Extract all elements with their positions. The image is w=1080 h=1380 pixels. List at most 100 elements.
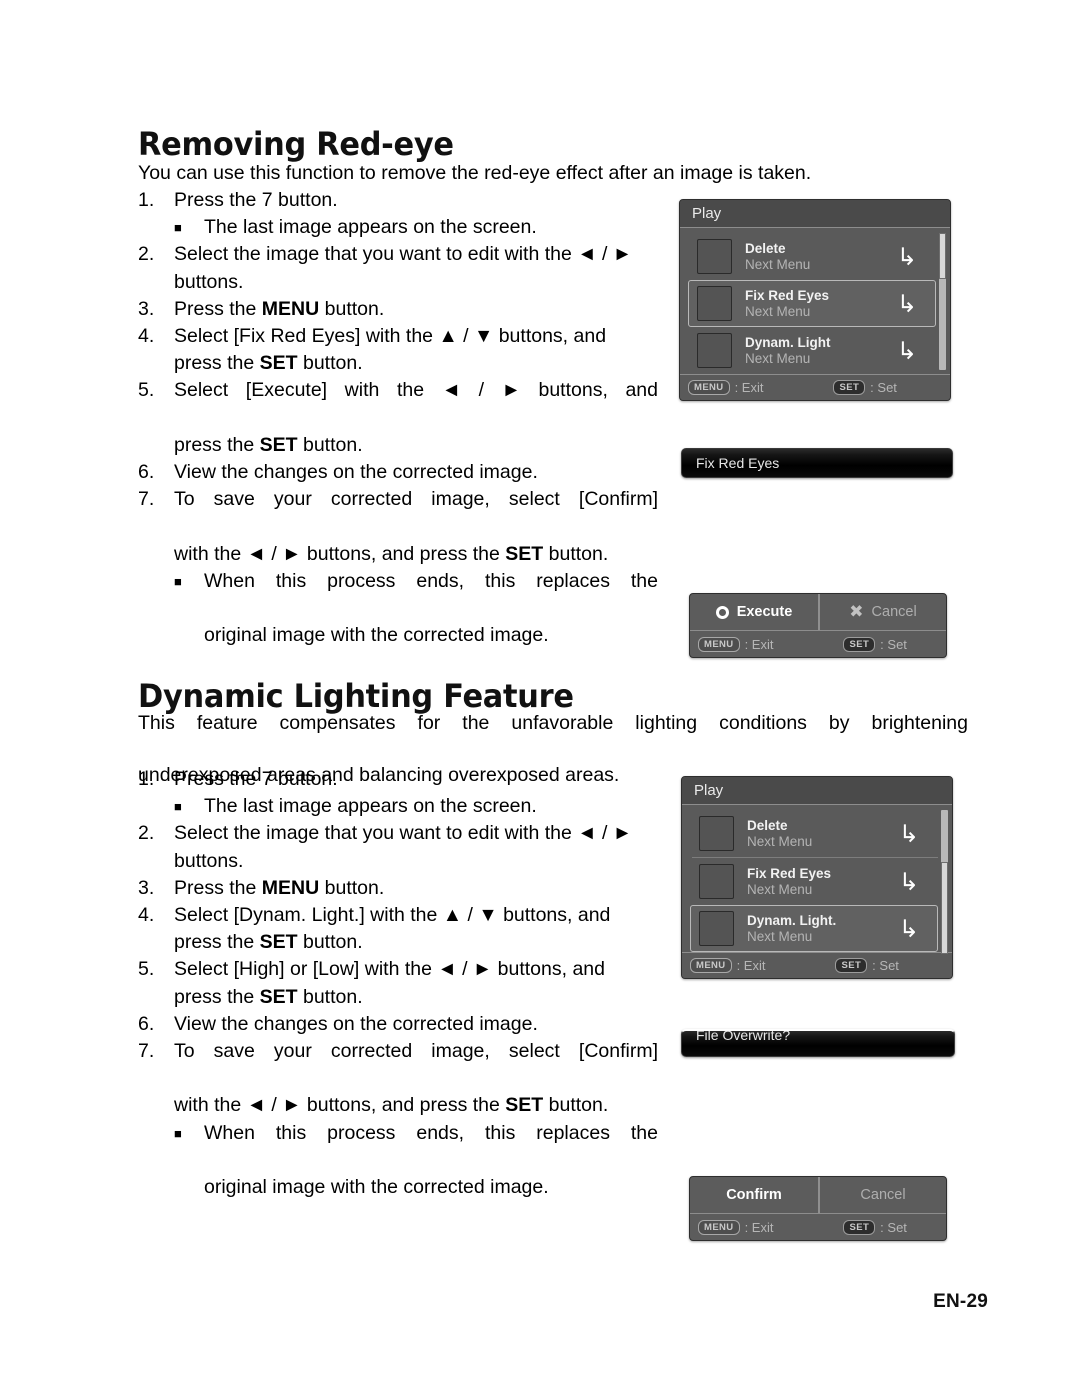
option-label: Cancel bbox=[871, 604, 917, 620]
step-line-pre: press the bbox=[174, 352, 260, 375]
menu-item-dynam-light[interactable]: Dynam. Light. Next Menu ↳ bbox=[690, 905, 938, 952]
step-text: Select [Execute] with the ◄ / ► buttons,… bbox=[174, 377, 658, 459]
list-item: 1. Press the 7 button. bbox=[138, 766, 658, 793]
square-bullet-icon: ■ bbox=[174, 799, 182, 815]
step-text: View the changes on the corrected image. bbox=[174, 1012, 538, 1035]
steps-list-red-eye: 1. Press the 7 button. ■ The last image … bbox=[138, 187, 658, 649]
screen-title: File Overwrite? bbox=[696, 1029, 791, 1043]
step-line-post: button. bbox=[543, 542, 609, 565]
option-label: Cancel bbox=[860, 1187, 906, 1203]
list-item: 2. Select the image that you want to edi… bbox=[138, 820, 658, 874]
list-item: 5. Select [High] or [Low] with the ◄ / ►… bbox=[138, 956, 658, 1010]
step-text-post: button. bbox=[319, 876, 385, 899]
list-item: 4. Select [Dynam. Light.] with the ▲ / ▼… bbox=[138, 902, 658, 956]
next-menu-arrow-icon: ↳ bbox=[896, 242, 917, 271]
option-cancel[interactable]: ✖ Cancel bbox=[818, 594, 946, 630]
step-text: To save your corrected image, select [Co… bbox=[174, 1038, 658, 1120]
list-item-sub: ■ When this process ends, this replaces … bbox=[138, 568, 658, 650]
step-line: Select [High] or [Low] with the ◄ / ► bu… bbox=[174, 958, 605, 981]
footer-set-hint: SET : Set bbox=[833, 380, 897, 395]
menu-key-action: : Exit bbox=[734, 380, 764, 395]
step-line: Select [Dynam. Light.] with the ▲ / ▼ bu… bbox=[174, 904, 611, 927]
menu-item-fix-red-eyes[interactable]: Fix Red Eyes Next Menu ↳ bbox=[688, 280, 936, 327]
menu-key-badge: MENU bbox=[690, 958, 732, 973]
list-item-sub: ■ When this process ends, this replaces … bbox=[138, 1120, 658, 1202]
option-confirm[interactable]: Confirm bbox=[690, 1177, 818, 1213]
footer-set-hint: SET : Set bbox=[843, 1219, 907, 1235]
step-line-pre: with the ◄ / ► buttons, and press the bbox=[174, 542, 506, 565]
scrollbar-thumb[interactable] bbox=[939, 233, 946, 279]
set-key-badge: SET bbox=[843, 636, 876, 652]
scrollbar[interactable] bbox=[939, 233, 946, 370]
key-name-set: SET bbox=[505, 1094, 544, 1117]
scrollbar[interactable] bbox=[941, 810, 948, 954]
key-name-menu: MENU bbox=[261, 876, 320, 899]
page-number: EN-29 bbox=[933, 1291, 988, 1312]
intro-line: This feature compensates for the unfavor… bbox=[138, 712, 968, 734]
menu-item-delete[interactable]: Delete Next Menu ↳ bbox=[688, 233, 936, 280]
step-line-post: button. bbox=[297, 433, 363, 456]
footer-menu-hint: MENU : Exit bbox=[698, 1219, 774, 1235]
step-line: press the SET button. bbox=[174, 986, 363, 1008]
menu-item-dynam-light[interactable]: Dynam. Light Next Menu ↳ bbox=[688, 327, 936, 374]
list-item: 7. To save your corrected image, select … bbox=[138, 1038, 658, 1120]
step-number: 1. bbox=[138, 768, 155, 790]
step-text: Press the 7 button. bbox=[174, 768, 338, 790]
step-line-post: button. bbox=[297, 352, 363, 375]
menu-list: Delete Next Menu ↳ Fix Red Eyes Next Men… bbox=[682, 805, 952, 954]
option-label: Execute bbox=[736, 604, 793, 620]
menu-item-labels: Dynam. Light Next Menu bbox=[745, 335, 897, 367]
menu-item-fix-red-eyes[interactable]: Fix Red Eyes Next Menu ↳ bbox=[690, 858, 938, 905]
next-menu-arrow-icon: ↳ bbox=[896, 289, 917, 318]
step-text: Select [High] or [Low] with the ◄ / ► bu… bbox=[174, 956, 658, 1010]
option-execute[interactable]: Execute bbox=[690, 594, 818, 630]
list-item-sub: ■ The last image appears on the screen. bbox=[138, 793, 658, 820]
menu-key-action: : Exit bbox=[744, 1219, 774, 1235]
thumbnail-icon bbox=[697, 333, 732, 368]
sub-text: When this process ends, this replaces th… bbox=[174, 568, 658, 650]
step-text: Select the image that you want to edit w… bbox=[174, 241, 658, 295]
screen-title: Play bbox=[680, 200, 950, 228]
step-line: press the SET button. bbox=[174, 352, 363, 374]
step-line-post: button. bbox=[297, 931, 363, 954]
option-cancel[interactable]: Cancel bbox=[818, 1177, 946, 1213]
step-line-post: button. bbox=[297, 985, 363, 1008]
sub-line: original image with the corrected image. bbox=[204, 1176, 549, 1199]
list-item: 5. Select [Execute] with the ◄ / ► butto… bbox=[138, 377, 658, 459]
list-item: 4. Select [Fix Red Eyes] with the ▲ / ▼ … bbox=[138, 323, 658, 377]
menu-item-sublabel: Next Menu bbox=[745, 256, 811, 272]
thumbnail-icon bbox=[699, 864, 734, 899]
step-line: Select [Fix Red Eyes] with the ▲ / ▼ but… bbox=[174, 325, 607, 348]
menu-key-badge: MENU bbox=[698, 1219, 740, 1235]
list-item: 3. Press the MENU button. bbox=[138, 296, 658, 323]
key-name-set: SET bbox=[259, 931, 298, 954]
set-key-action: : Set bbox=[880, 1219, 907, 1235]
step-line-pre: press the bbox=[174, 985, 260, 1008]
thumbnail-icon bbox=[699, 911, 734, 946]
menu-item-delete[interactable]: Delete Next Menu ↳ bbox=[690, 810, 938, 857]
camera-screen-play-menu-1: Play Delete Next Menu ↳ Fix Red Eyes Nex… bbox=[679, 199, 951, 401]
menu-item-sublabel: Next Menu bbox=[747, 928, 813, 944]
set-key-action: : Set bbox=[870, 380, 897, 395]
list-item: 1. Press the 7 button. bbox=[138, 187, 658, 214]
step-line: Select [Execute] with the ◄ / ► buttons,… bbox=[174, 379, 658, 402]
key-name-set: SET bbox=[259, 352, 298, 375]
step-text: Select [Dynam. Light.] with the ▲ / ▼ bu… bbox=[174, 902, 658, 956]
camera-screen-confirm-dialog: Confirm Cancel MENU : Exit SET : Set bbox=[689, 1176, 947, 1241]
scrollbar-thumb[interactable] bbox=[941, 862, 948, 954]
menu-item-label: Fix Red Eyes bbox=[745, 287, 830, 303]
next-menu-arrow-icon: ↳ bbox=[898, 867, 919, 896]
menu-item-labels: Dynam. Light. Next Menu bbox=[747, 913, 899, 945]
step-number: 4. bbox=[138, 904, 155, 927]
menu-key-badge: MENU bbox=[698, 636, 740, 652]
list-item: 2. Select the image that you want to edi… bbox=[138, 241, 658, 295]
step-line: Select the image that you want to edit w… bbox=[174, 243, 608, 266]
step-text: View the changes on the corrected image. bbox=[174, 461, 538, 484]
key-name-set: SET bbox=[259, 985, 298, 1008]
step-number: 7. bbox=[138, 488, 155, 511]
menu-item-sublabel: Next Menu bbox=[747, 881, 813, 897]
menu-item-label: Dynam. Light. bbox=[747, 912, 837, 928]
key-name-set: SET bbox=[259, 433, 298, 456]
screen-title: Fix Red Eyes bbox=[696, 455, 780, 471]
footer-menu-hint: MENU : Exit bbox=[690, 958, 765, 973]
